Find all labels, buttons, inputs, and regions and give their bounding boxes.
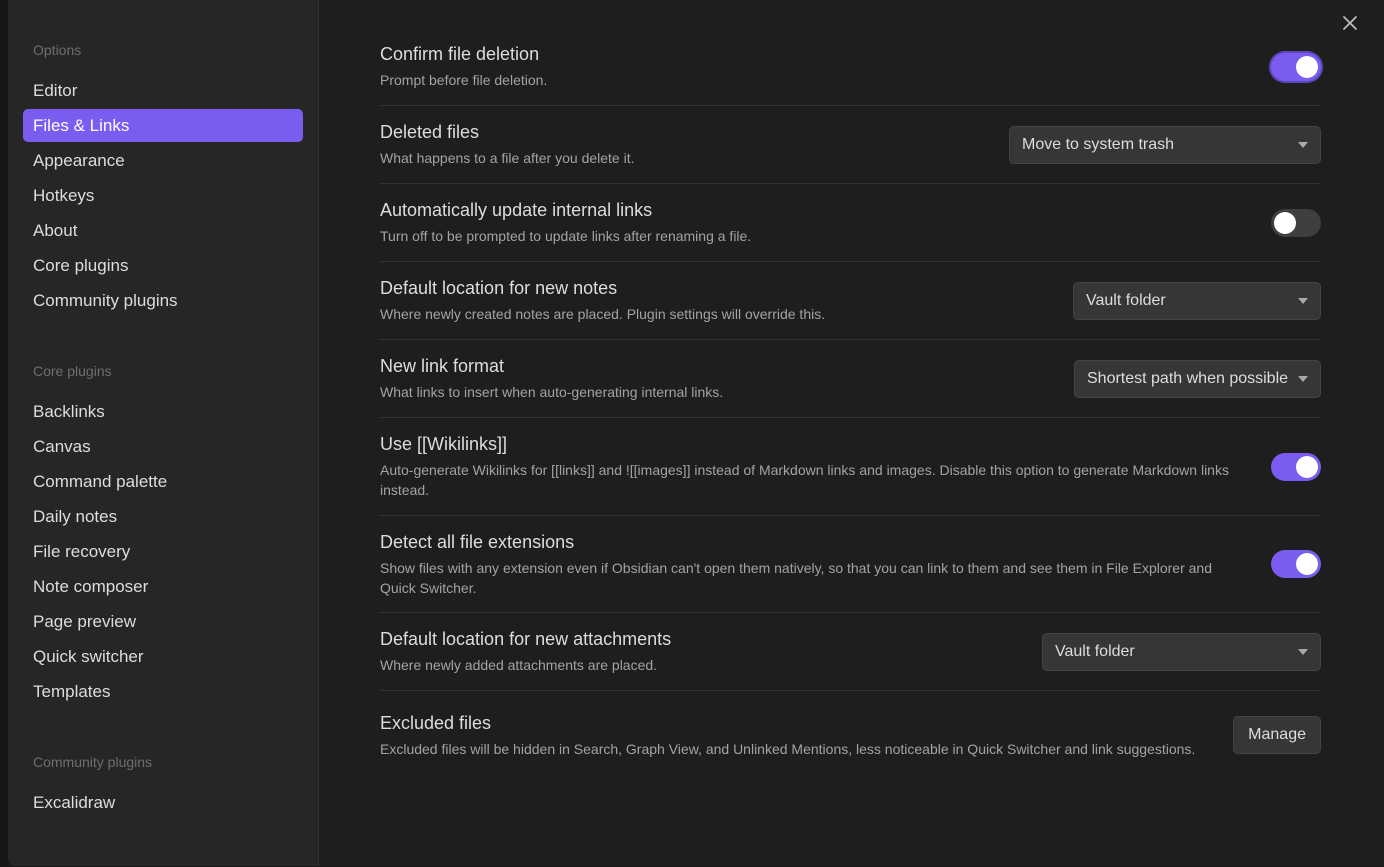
setting-default-location-for-new-attachments: Default location for new attachments Wher… [380,613,1321,691]
setting-description: Turn off to be prompted to update links … [380,228,752,244]
sidebar-item-daily-notes[interactable]: Daily notes [23,500,303,533]
setting-description: Where newly added attachments are placed… [380,657,658,673]
setting-name: Detect all file extensions [380,531,575,552]
setting-excluded-files: Excluded files Excluded files will be hid… [380,691,1321,779]
setting-deleted-files: Deleted files What happens to a file afte… [380,106,1321,184]
setting-description: Prompt before file deletion. [380,72,548,88]
setting-default-location-for-new-notes: Default location for new notes Where newl… [380,262,1321,340]
setting-name: Confirm file deletion [380,44,540,64]
setting-info: Detect all file extensions Show files wit… [380,531,1271,598]
chevron-down-icon [1298,141,1308,148]
setting-info: Confirm file deletion Prompt before file … [380,43,1271,90]
setting-description: Excluded files will be hidden in Search,… [380,740,1196,757]
setting-confirm-file-deletion: Confirm file deletion Prompt before file … [380,28,1321,106]
settings-sidebar: Options Editor Files & Links Appearance Hot… [8,0,319,866]
sidebar-item-file-recovery[interactable]: File recovery [23,535,303,568]
setting-detect-all-file-extensions: Detect all file extensions Show files wit… [380,516,1321,613]
sidebar-heading-options: Options [33,42,82,58]
setting-use-wikilinks: Use [[Wikilinks]] Auto-generate Wikilinks… [380,418,1321,516]
dropdown-deleted-files[interactable]: Move to system trash [1009,125,1321,164]
sidebar-item-core-plugins[interactable]: Core plugins [23,249,303,282]
chevron-down-icon [1298,297,1308,304]
settings-content: Confirm file deletion Prompt before file … [319,0,1384,866]
dropdown-value: Vault folder [1086,291,1166,309]
setting-info: New link format What links to insert when… [380,355,1074,402]
sidebar-item-note-composer[interactable]: Note composer [23,570,303,603]
dropdown-default-location-for-new-notes[interactable]: Vault folder [1073,281,1321,320]
setting-info: Excluded files Excluded files will be hid… [380,712,1233,759]
chevron-down-icon [1298,648,1308,655]
setting-automatically-update-internal-links: Automatically update internal links Turn … [380,184,1321,262]
sidebar-item-page-preview[interactable]: Page preview [23,605,303,638]
sidebar-item-backlinks[interactable]: Backlinks [23,395,303,428]
dropdown-value: Shortest path when possible [1087,369,1289,387]
toggle-knob [1296,55,1318,78]
toggle-knob [1296,553,1318,575]
settings-list: Confirm file deletion Prompt before file … [380,38,1321,779]
setting-name: Default location for new attachments [380,629,672,649]
sidebar-item-editor[interactable]: Editor [23,74,303,107]
setting-name: Use [[Wikilinks]] [380,434,508,454]
toggle-use-wikilinks[interactable] [1271,452,1321,481]
sidebar-item-templates[interactable]: Templates [23,675,303,708]
setting-name: New link format [380,356,505,376]
setting-description: Auto-generate Wikilinks for [[links]] an… [380,462,1229,498]
dropdown-value: Move to system trash [1022,135,1175,153]
setting-description: What happens to a file after you delete … [380,150,635,166]
sidebar-item-command-palette[interactable]: Command palette [23,465,303,498]
toggle-knob [1296,455,1318,478]
toggle-knob [1274,211,1296,234]
sidebar-item-about[interactable]: About [23,214,303,247]
setting-info: Deleted files What happens to a file afte… [380,121,1009,168]
toggle-automatically-update-internal-links[interactable] [1271,208,1321,237]
backdrop [0,0,8,867]
sidebar-item-quick-switcher[interactable]: Quick switcher [23,640,303,673]
dropdown-value: Vault folder [1055,642,1135,660]
settings-modal: Options Editor Files & Links Appearance Hot… [8,0,1384,866]
setting-name: Deleted files [380,122,480,142]
sidebar-item-appearance[interactable]: Appearance [23,144,303,177]
sidebar-item-excalidraw[interactable]: Excalidraw [23,786,303,819]
close-icon[interactable] [1338,11,1362,35]
toggle-detect-all-file-extensions[interactable] [1271,550,1321,578]
setting-info: Use [[Wikilinks]] Auto-generate Wikilinks… [380,433,1271,500]
setting-new-link-format: New link format What links to insert when… [380,340,1321,418]
chevron-down-icon [1298,375,1308,382]
setting-info: Default location for new attachments Wher… [380,628,1042,675]
setting-description: What links to insert when auto-generatin… [380,384,724,400]
sidebar-item-hotkeys[interactable]: Hotkeys [23,179,303,212]
toggle-confirm-file-deletion[interactable] [1271,52,1321,81]
sidebar-heading-community-plugins: Community plugins [33,754,153,770]
sidebar-item-files-links[interactable]: Files & Links [23,109,303,142]
setting-name: Automatically update internal links [380,200,653,220]
setting-name: Excluded files [380,712,492,733]
setting-info: Automatically update internal links Turn … [380,199,1271,246]
setting-name: Default location for new notes [380,278,618,298]
dropdown-default-location-for-new-attachments[interactable]: Vault folder [1042,632,1321,671]
setting-description: Show files with any extension even if Ob… [380,559,1212,596]
sidebar-heading-core-plugins: Core plugins [33,363,112,379]
sidebar-item-canvas[interactable]: Canvas [23,430,303,463]
dropdown-new-link-format[interactable]: Shortest path when possible [1074,359,1321,398]
sidebar-item-community-plugins[interactable]: Community plugins [23,284,303,317]
setting-description: Where newly created notes are placed. Pl… [380,306,826,322]
manage-button[interactable]: Manage [1233,716,1321,754]
setting-info: Default location for new notes Where newl… [380,277,1073,324]
